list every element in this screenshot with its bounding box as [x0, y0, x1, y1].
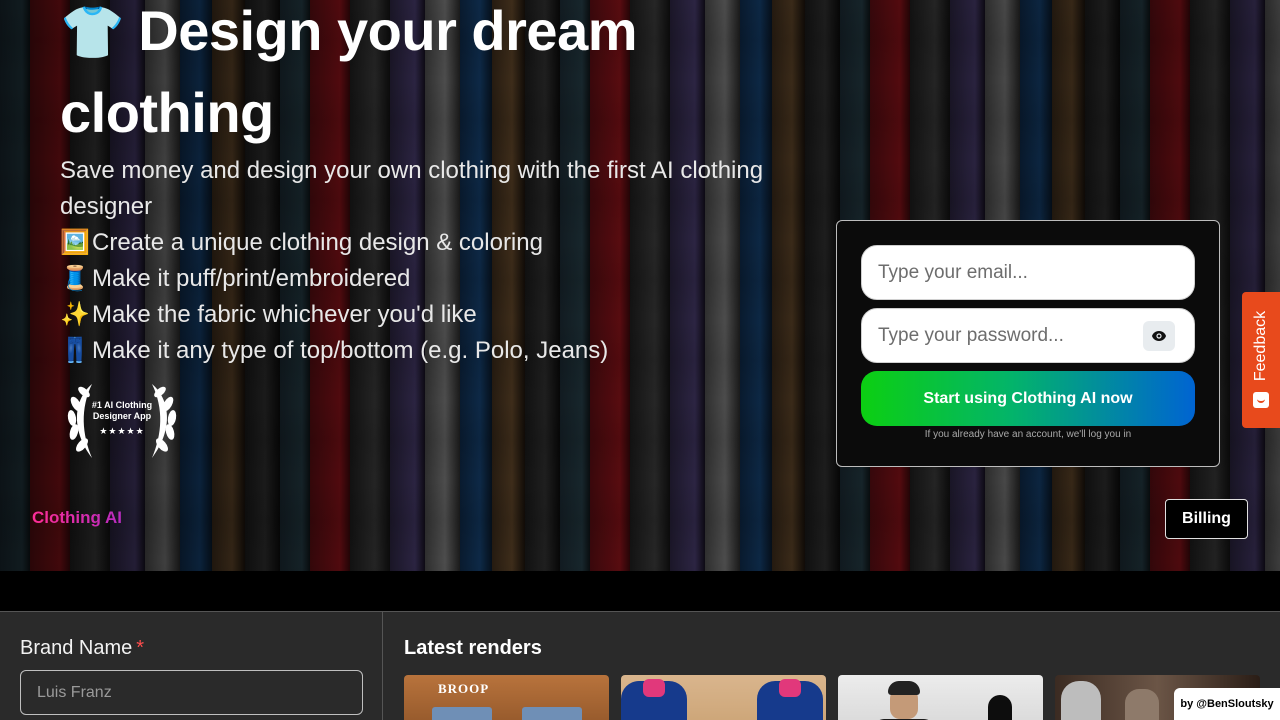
- hero-subtitle: Save money and design your own clothing …: [60, 157, 764, 220]
- brand-name-label: Brand Name *: [20, 637, 145, 659]
- feature-item: 👖Make it any type of top/bottom (e.g. Po…: [60, 333, 780, 369]
- start-button[interactable]: Start using Clothing AI now: [861, 371, 1195, 426]
- picture-icon: 🖼️: [60, 229, 90, 256]
- hero-content: 👕 Design your dream clothing Save money a…: [60, 0, 780, 369]
- author-credit[interactable]: by @BenSloutsky: [1174, 688, 1280, 720]
- award-text: #1 AI Clothing Designer App: [91, 400, 153, 421]
- sparkles-icon: ✨: [60, 301, 90, 328]
- feedback-label: Feedback: [1252, 310, 1269, 382]
- design-form-panel: Brand Name *: [0, 612, 383, 720]
- thread-icon: 🧵: [60, 265, 90, 292]
- feature-text: Make it puff/print/embroidered: [92, 265, 411, 292]
- tshirt-icon: 👕: [60, 4, 125, 62]
- eye-icon: [1152, 331, 1166, 341]
- render-thumbnail[interactable]: BROOP: [404, 675, 609, 720]
- brand-name-input[interactable]: [20, 670, 363, 715]
- show-password-button[interactable]: [1143, 321, 1175, 351]
- award-badge: #1 AI Clothing Designer App ★★★★★: [62, 374, 182, 464]
- render-thumbnail[interactable]: [621, 675, 826, 720]
- latest-renders-title: Latest renders: [404, 637, 542, 659]
- feedback-tab[interactable]: Feedback: [1242, 292, 1280, 428]
- billing-button[interactable]: Billing: [1165, 499, 1248, 539]
- award-stars: ★★★★★: [99, 426, 145, 436]
- render-thumbnail[interactable]: [838, 675, 1043, 720]
- email-input[interactable]: [861, 245, 1195, 300]
- brand-logo[interactable]: Clothing AI™: [32, 508, 130, 528]
- feature-item: 🧵Make it puff/print/embroidered: [60, 261, 780, 297]
- signup-card: Start using Clothing AI now If you alrea…: [836, 220, 1220, 467]
- hero-title-text: Design your dream clothing: [60, 0, 638, 144]
- hero-title: 👕 Design your dream clothing: [60, 0, 780, 153]
- feature-text: Make it any type of top/bottom (e.g. Pol…: [92, 337, 609, 364]
- feature-item: 🖼️Create a unique clothing design & colo…: [60, 225, 780, 261]
- smiley-icon: [1253, 392, 1269, 408]
- feature-text: Make the fabric whichever you'd like: [92, 301, 477, 328]
- login-note: If you already have an account, we'll lo…: [924, 429, 1132, 440]
- render-label: BROOP: [438, 681, 490, 696]
- required-mark: *: [136, 637, 145, 659]
- feature-item: ✨Make the fabric whichever you'd like: [60, 297, 780, 333]
- feature-text: Create a unique clothing design & colori…: [92, 229, 543, 256]
- generator-section: Brand Name* Latest renders BROOP: [0, 611, 1280, 720]
- jeans-icon: 👖: [60, 337, 90, 364]
